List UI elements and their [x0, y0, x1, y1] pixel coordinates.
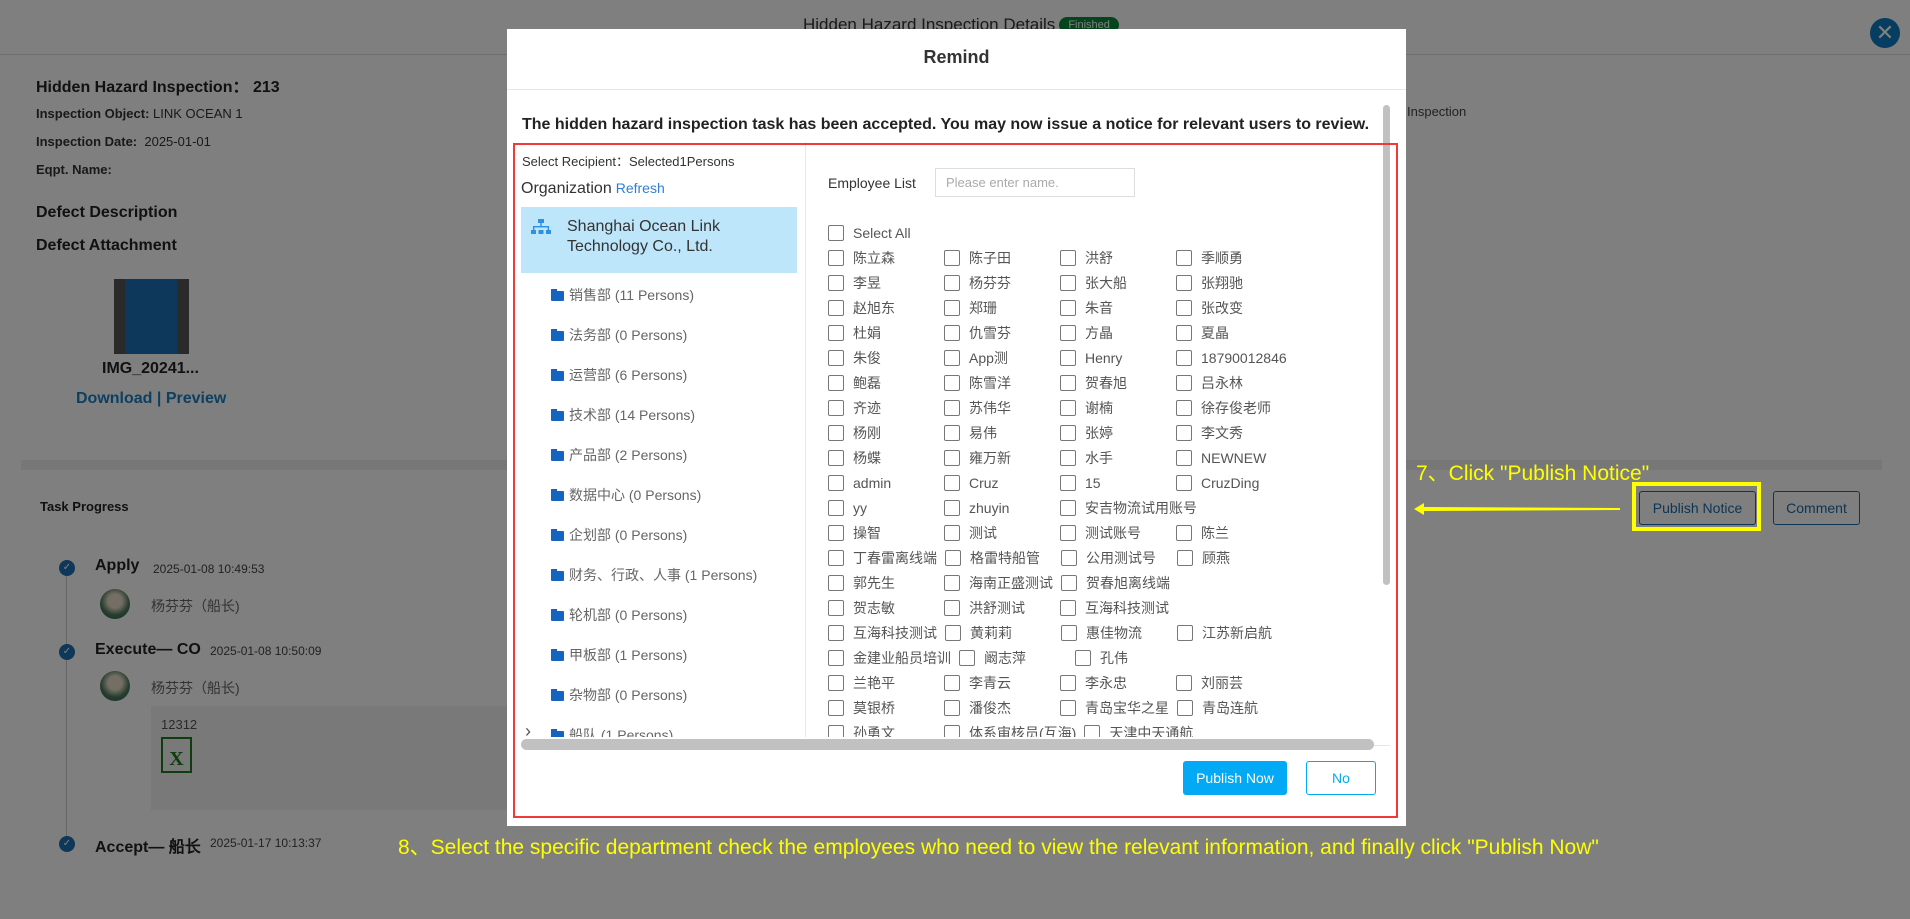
- arrow-left-icon: [1414, 503, 1620, 515]
- annotation-highlight-box: [1632, 482, 1761, 531]
- dialog-title: Remind: [923, 47, 990, 67]
- dialog-divider: [507, 89, 1406, 90]
- annotation-step-8: 8、Select the specific department check t…: [398, 836, 1599, 859]
- annotation-step-7: 7、Click "Publish Notice": [1416, 462, 1650, 485]
- remind-dialog: Remind The hidden hazard inspection task…: [507, 29, 1406, 826]
- annotation-highlight-box: [513, 143, 1398, 818]
- dialog-message: The hidden hazard inspection task has be…: [522, 116, 1370, 133]
